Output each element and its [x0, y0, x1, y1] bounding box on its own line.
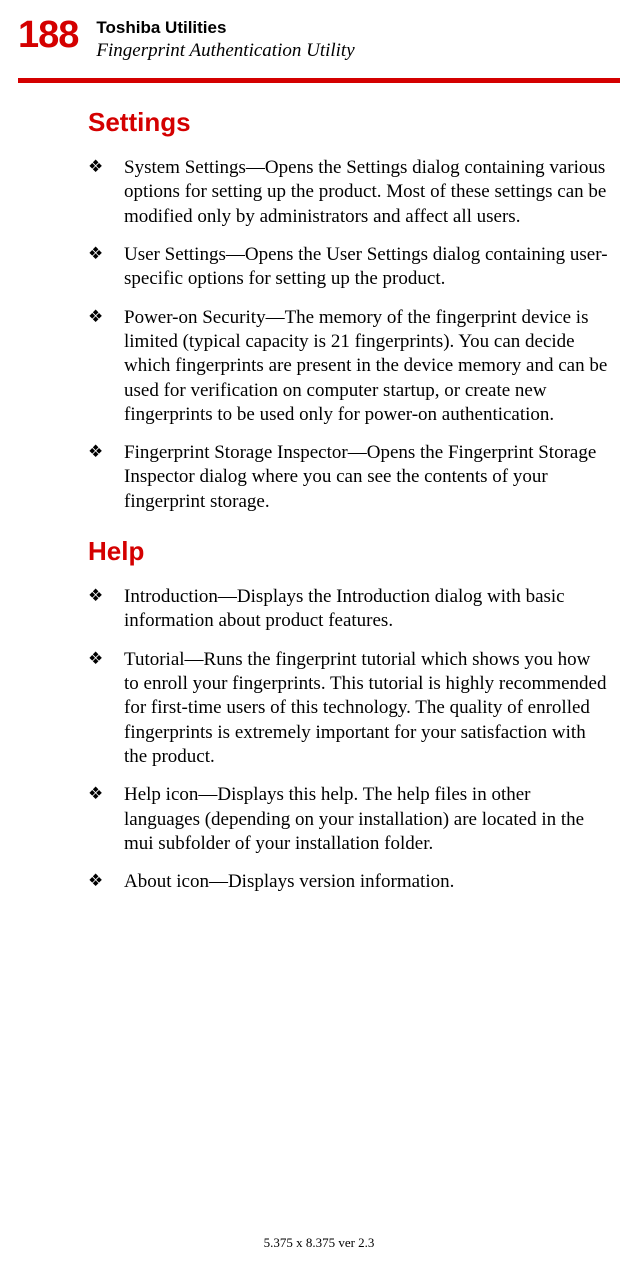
- page-content: Settings System Settings—Opens the Setti…: [0, 83, 638, 895]
- list-item: User Settings—Opens the User Settings di…: [88, 243, 608, 292]
- list-item: Tutorial—Runs the fingerprint tutorial w…: [88, 648, 608, 770]
- help-list: Introduction—Displays the Introduction d…: [88, 585, 608, 894]
- header-title-main: Toshiba Utilities: [96, 18, 354, 38]
- list-item: Power-on Security—The memory of the fing…: [88, 306, 608, 428]
- settings-list: System Settings—Opens the Settings dialo…: [88, 156, 608, 514]
- page-footer: 5.375 x 8.375 ver 2.3: [0, 1235, 638, 1251]
- page-header: 188 Toshiba Utilities Fingerprint Authen…: [0, 0, 638, 62]
- list-item: System Settings—Opens the Settings dialo…: [88, 156, 608, 229]
- section-heading-settings: Settings: [88, 107, 608, 138]
- list-item: Fingerprint Storage Inspector—Opens the …: [88, 441, 608, 514]
- section-heading-help: Help: [88, 536, 608, 567]
- page-number: 188: [18, 16, 78, 54]
- header-titles: Toshiba Utilities Fingerprint Authentica…: [96, 16, 354, 62]
- list-item: Help icon—Displays this help. The help f…: [88, 783, 608, 856]
- list-item: Introduction—Displays the Introduction d…: [88, 585, 608, 634]
- list-item: About icon—Displays version information.: [88, 870, 608, 894]
- header-title-sub: Fingerprint Authentication Utility: [96, 40, 354, 62]
